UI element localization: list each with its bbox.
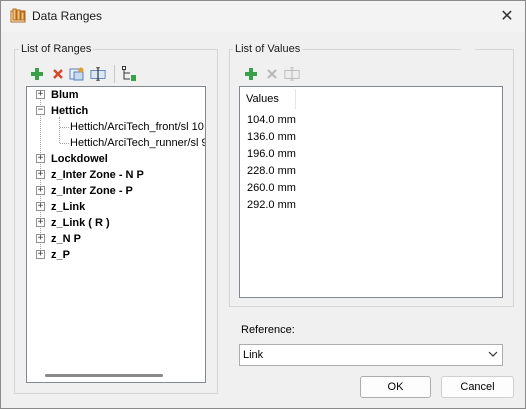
data-ranges-dialog: Data Ranges ✕ List of Ranges + Blum − He… <box>0 0 526 409</box>
copy-icon[interactable] <box>69 66 85 82</box>
horizontal-scrollbar[interactable] <box>45 374 163 377</box>
rename-icon[interactable] <box>90 66 106 82</box>
group-border-gap <box>461 48 475 51</box>
values-group-label: List of Values <box>233 43 303 55</box>
window-title: Data Ranges <box>32 9 103 23</box>
tree-item-label: Hettich/ArciTech_runner/sl 9 <box>70 137 206 149</box>
tree-add-icon[interactable] <box>121 66 137 82</box>
value-item[interactable]: 228.0 mm <box>247 165 296 177</box>
expand-icon[interactable]: + <box>36 250 45 259</box>
tree-item-label: Lockdowel <box>51 153 108 165</box>
value-item[interactable]: 196.0 mm <box>247 148 296 160</box>
expand-icon[interactable]: + <box>36 186 45 195</box>
expand-icon[interactable]: + <box>36 202 45 211</box>
plus-icon[interactable] <box>29 66 45 82</box>
expand-icon[interactable]: + <box>36 234 45 243</box>
values-column-header[interactable]: Values <box>246 93 279 105</box>
tree-guide <box>60 143 69 144</box>
tree-guide <box>59 117 60 143</box>
title-bar: Data Ranges ✕ <box>1 1 525 32</box>
tree-item-label: Hettich/ArciTech_front/sl 10 <box>70 121 204 133</box>
expand-icon[interactable]: + <box>36 90 45 99</box>
tree-item-label: z_P <box>51 249 70 261</box>
reference-select[interactable]: Link <box>239 344 503 366</box>
rename-value-icon <box>284 66 300 82</box>
ranges-tree[interactable]: + Blum − Hettich Hettich/ArciTech_front/… <box>26 86 206 383</box>
app-icon <box>10 8 26 24</box>
chevron-down-icon[interactable] <box>488 349 498 359</box>
cancel-button[interactable]: Cancel <box>441 376 514 398</box>
ok-button[interactable]: OK <box>360 376 431 398</box>
tree-item-label: z_Inter Zone - N P <box>51 169 144 181</box>
value-item[interactable]: 292.0 mm <box>247 199 296 211</box>
expand-icon[interactable]: + <box>36 154 45 163</box>
reference-selected-value: Link <box>243 349 264 361</box>
value-item[interactable]: 260.0 mm <box>247 182 296 194</box>
close-icon[interactable]: ✕ <box>495 5 519 27</box>
delete-icon[interactable] <box>50 66 66 82</box>
tree-item-label: Hettich <box>51 105 89 117</box>
tree-item-label: z_Link ( R ) <box>51 217 110 229</box>
tree-guide <box>60 127 69 128</box>
reference-label: Reference: <box>241 324 295 336</box>
tree-item-label: z_N P <box>51 233 81 245</box>
tree-item-label: z_Inter Zone - P <box>51 185 133 197</box>
tree-item-label: Blum <box>51 89 79 101</box>
delete-value-icon <box>264 66 280 82</box>
toolbar-separator <box>114 65 115 83</box>
expand-icon[interactable]: + <box>36 170 45 179</box>
expand-icon[interactable]: + <box>36 218 45 227</box>
tree-item-label: z_Link <box>51 201 86 213</box>
value-item[interactable]: 104.0 mm <box>247 114 296 126</box>
column-separator[interactable] <box>295 89 296 109</box>
value-item[interactable]: 136.0 mm <box>247 131 296 143</box>
ranges-group-label: List of Ranges <box>19 43 94 55</box>
add-value-icon[interactable] <box>243 66 259 82</box>
collapse-icon[interactable]: − <box>36 106 45 115</box>
